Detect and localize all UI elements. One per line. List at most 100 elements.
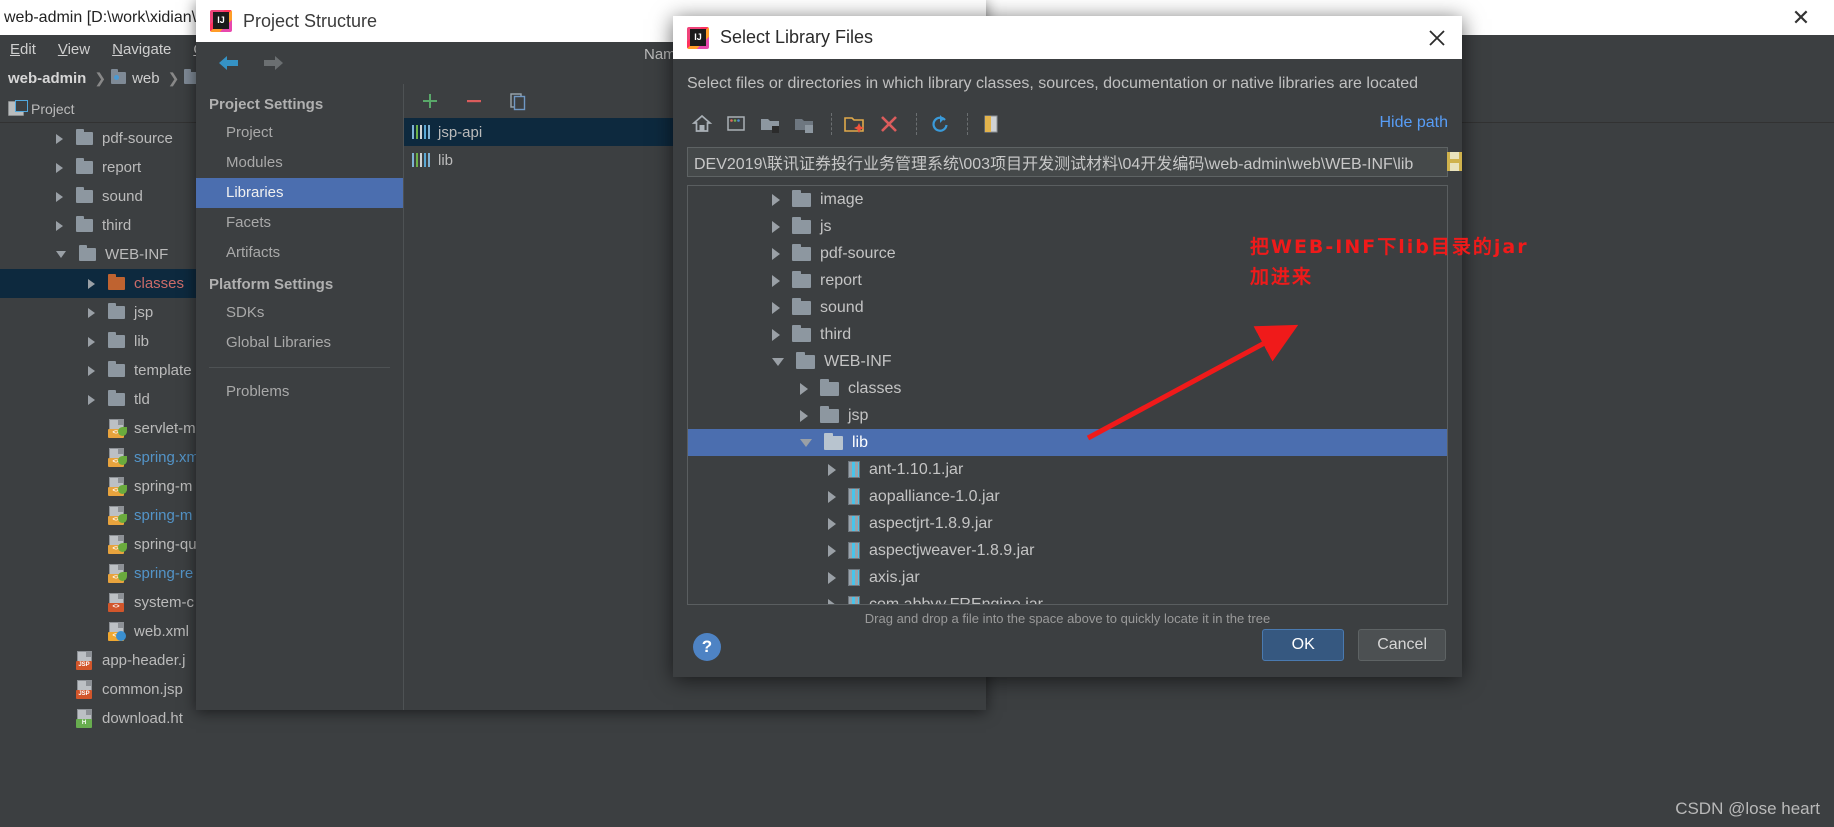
sidebar-item-artifacts[interactable]: Artifacts — [196, 238, 403, 268]
home-icon[interactable] — [687, 110, 717, 138]
chevron-right-icon[interactable] — [772, 193, 780, 206]
chevron-right-icon[interactable] — [828, 571, 836, 584]
sidebar-item-global-libraries[interactable]: Global Libraries — [196, 328, 403, 358]
file-tree-row[interactable]: sound — [688, 294, 1447, 321]
menu-item-navigate[interactable]: Navigate — [112, 41, 171, 58]
sidebar-item-problems[interactable]: Problems — [196, 377, 403, 407]
project-tree-label: tld — [134, 391, 150, 408]
chevron-right-icon[interactable] — [88, 278, 95, 289]
desktop-icon[interactable] — [721, 110, 751, 138]
delete-icon[interactable] — [874, 110, 904, 138]
project-structure-sidebar[interactable]: Project Settings Project Modules Librari… — [196, 84, 403, 710]
chevron-right-icon[interactable] — [56, 133, 63, 144]
breadcrumb-item-project[interactable]: web-admin — [8, 70, 86, 87]
spring-file-icon: <> — [108, 564, 127, 583]
chevron-right-icon[interactable] — [828, 544, 836, 557]
chevron-right-icon[interactable] — [772, 274, 780, 287]
library-icon — [412, 125, 430, 139]
chevron-right-icon[interactable] — [88, 307, 95, 318]
hide-path-link[interactable]: Hide path — [1380, 114, 1449, 132]
file-tree-row[interactable]: aopalliance-1.0.jar — [688, 483, 1447, 510]
sidebar-item-project[interactable]: Project — [196, 118, 403, 148]
chevron-right-icon[interactable] — [56, 220, 63, 231]
project-tree-label: download.ht — [102, 710, 183, 727]
file-tree-label: report — [820, 271, 862, 289]
breadcrumb-separator: ❯ — [94, 69, 107, 86]
sidebar-item-modules[interactable]: Modules — [196, 148, 403, 178]
project-icon — [8, 100, 28, 116]
sidebar-item-facets[interactable]: Facets — [196, 208, 403, 238]
arrow-left-icon[interactable] — [212, 50, 246, 76]
drag-drop-hint: Drag and drop a file into the space abov… — [864, 611, 1271, 626]
chevron-down-icon[interactable] — [800, 438, 812, 447]
plus-icon[interactable] — [418, 89, 442, 113]
toolbar-divider — [916, 113, 917, 135]
folder-hide-icon[interactable] — [789, 110, 819, 138]
file-tree-label: sound — [820, 298, 864, 316]
close-icon[interactable] — [1424, 25, 1450, 51]
chevron-right-icon[interactable] — [56, 191, 63, 202]
chevron-right-icon[interactable] — [828, 463, 836, 476]
arrow-right-icon[interactable] — [256, 50, 290, 76]
chevron-right-icon[interactable] — [772, 220, 780, 233]
file-tree-row[interactable]: aspectjrt-1.8.9.jar — [688, 510, 1447, 537]
spring-file-icon: <> — [108, 448, 127, 467]
chevron-right-icon[interactable] — [828, 517, 836, 530]
breadcrumb-item-web[interactable]: web — [111, 69, 160, 87]
chevron-right-icon[interactable] — [772, 301, 780, 314]
file-tree-label: aspectjrt-1.8.9.jar — [869, 514, 993, 532]
watermark: CSDN @lose heart — [1675, 799, 1820, 818]
folder-icon — [820, 405, 839, 423]
file-tree-row[interactable]: jsp — [688, 402, 1447, 429]
chevron-down-icon[interactable] — [772, 357, 784, 366]
refresh-icon[interactable] — [925, 110, 955, 138]
new-folder-icon[interactable] — [840, 110, 870, 138]
menu-item-edit[interactable]: Edit — [10, 41, 36, 58]
chevron-right-icon[interactable] — [56, 162, 63, 173]
sidebar-group-project-settings: Project Settings — [209, 96, 324, 113]
path-field[interactable]: DEV2019\联讯证券投行业务管理系统\003项目开发测试材料\04开发编码\… — [687, 147, 1462, 177]
path-picker-icon[interactable] — [1445, 150, 1465, 174]
file-tree-row[interactable]: com.abbyy.FREngine.jar — [688, 591, 1447, 605]
chevron-right-icon[interactable] — [88, 394, 95, 405]
jar-icon — [848, 596, 860, 604]
copy-icon[interactable] — [506, 89, 530, 113]
chevron-right-icon[interactable] — [88, 336, 95, 347]
file-tree-label: WEB-INF — [824, 352, 892, 370]
chevron-right-icon[interactable] — [772, 328, 780, 341]
file-tree-row[interactable]: lib — [688, 429, 1447, 456]
project-toolwindow-title: Project — [31, 100, 75, 117]
ok-button[interactable]: OK — [1262, 629, 1345, 661]
file-tree-row[interactable]: ant-1.10.1.jar — [688, 456, 1447, 483]
folder-icon — [108, 361, 125, 377]
show-hidden-icon[interactable] — [976, 110, 1006, 138]
chevron-right-icon[interactable] — [800, 409, 808, 422]
sidebar-item-sdks[interactable]: SDKs — [196, 298, 403, 328]
webxml-file-icon: <> — [108, 622, 126, 641]
file-tree-label: com.abbyy.FREngine.jar — [869, 595, 1043, 605]
chevron-right-icon[interactable] — [88, 365, 95, 376]
help-icon[interactable]: ? — [693, 633, 721, 661]
chevron-down-icon[interactable] — [56, 251, 66, 258]
sidebar-item-libraries[interactable]: Libraries — [196, 178, 403, 208]
file-tree-row[interactable]: axis.jar — [688, 564, 1447, 591]
jsp-file-icon: JSP — [76, 680, 93, 699]
chevron-right-icon[interactable] — [828, 598, 836, 604]
file-tree-row[interactable]: WEB-INF — [688, 348, 1447, 375]
project-tree-label: spring-re — [134, 565, 194, 582]
chevron-right-icon[interactable] — [772, 247, 780, 260]
menu-item-view[interactable]: View — [58, 41, 90, 58]
file-tree-row[interactable]: classes — [688, 375, 1447, 402]
file-tree-row[interactable]: aspectjweaver-1.8.9.jar — [688, 537, 1447, 564]
chevron-right-icon[interactable] — [828, 490, 836, 503]
cancel-button[interactable]: Cancel — [1358, 629, 1446, 661]
folder-up-icon[interactable] — [755, 110, 785, 138]
spring-file-icon: <> — [108, 535, 127, 554]
close-icon[interactable]: ✕ — [1778, 0, 1824, 35]
project-tree-label: spring-m — [134, 478, 193, 495]
xml-file-icon: <> — [108, 593, 125, 612]
minus-icon[interactable] — [462, 89, 486, 113]
file-tree-row[interactable]: third — [688, 321, 1447, 348]
file-tree-row[interactable]: image — [688, 186, 1447, 213]
chevron-right-icon[interactable] — [800, 382, 808, 395]
